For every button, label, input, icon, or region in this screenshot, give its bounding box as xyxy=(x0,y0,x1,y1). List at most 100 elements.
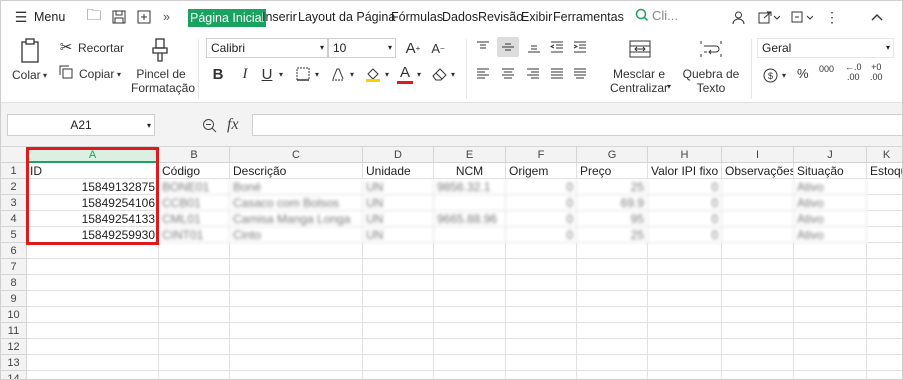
data-cell[interactable] xyxy=(434,195,506,211)
thousands-button[interactable]: 000 xyxy=(819,64,834,74)
empty-cell[interactable] xyxy=(230,355,363,371)
empty-cell[interactable] xyxy=(230,291,363,307)
empty-cell[interactable] xyxy=(230,339,363,355)
empty-cell[interactable] xyxy=(27,275,159,291)
empty-cell[interactable] xyxy=(27,323,159,339)
data-cell[interactable]: UN xyxy=(363,227,434,243)
fill-color-dropdown-icon[interactable]: ▾ xyxy=(383,66,391,82)
data-cell[interactable]: Boné xyxy=(230,179,363,195)
empty-cell[interactable] xyxy=(363,275,434,291)
cell-style-dropdown-icon[interactable]: ▾ xyxy=(348,66,356,82)
row-header-6[interactable]: 6 xyxy=(1,243,27,259)
align-middle-icon[interactable] xyxy=(497,37,519,57)
data-cell[interactable]: 69.9 xyxy=(577,195,648,211)
empty-cell[interactable] xyxy=(867,307,902,323)
data-cell[interactable]: 0 xyxy=(506,211,577,227)
merge-center-button[interactable]: Mesclar e Centralizar xyxy=(605,67,673,95)
empty-cell[interactable] xyxy=(794,307,867,323)
row-header-5[interactable]: 5 xyxy=(1,227,27,243)
distributed-icon[interactable] xyxy=(571,66,589,82)
empty-cell[interactable] xyxy=(27,339,159,355)
align-right-icon[interactable] xyxy=(524,66,542,82)
more-chevron-icon[interactable]: » xyxy=(163,9,170,25)
empty-cell[interactable] xyxy=(230,307,363,323)
empty-cell[interactable] xyxy=(648,323,722,339)
header-cell[interactable]: Código xyxy=(159,163,230,179)
empty-cell[interactable] xyxy=(794,339,867,355)
justify-icon[interactable] xyxy=(548,66,566,82)
tab-inserir[interactable]: Inserir xyxy=(262,9,297,25)
empty-cell[interactable] xyxy=(722,323,794,339)
export-icon[interactable] xyxy=(135,8,153,26)
paste-dropdown-icon[interactable]: ▾ xyxy=(41,69,49,81)
percent-button[interactable]: % xyxy=(797,67,809,81)
data-cell[interactable]: 9856.32.1 xyxy=(434,179,506,195)
align-center-icon[interactable] xyxy=(499,66,517,82)
header-cell[interactable]: Preço xyxy=(577,163,648,179)
font-name-select[interactable]: Calibri ▾ xyxy=(206,38,328,58)
empty-cell[interactable] xyxy=(506,259,577,275)
empty-cell[interactable] xyxy=(159,323,230,339)
empty-cell[interactable] xyxy=(159,275,230,291)
empty-cell[interactable] xyxy=(363,307,434,323)
id-cell[interactable]: 15849254133 xyxy=(27,211,159,227)
column-header-b[interactable]: B xyxy=(159,147,230,163)
empty-cell[interactable] xyxy=(648,259,722,275)
data-cell[interactable]: 0 xyxy=(648,195,722,211)
empty-cell[interactable] xyxy=(794,371,867,379)
empty-cell[interactable] xyxy=(794,243,867,259)
column-header-e[interactable]: E xyxy=(434,147,506,163)
empty-cell[interactable] xyxy=(867,211,902,227)
empty-cell[interactable] xyxy=(434,259,506,275)
increase-indent-icon[interactable] xyxy=(571,39,589,55)
empty-cell[interactable] xyxy=(159,307,230,323)
zoom-icon[interactable] xyxy=(200,116,218,134)
data-cell[interactable]: 0 xyxy=(506,227,577,243)
data-cell[interactable]: BONE01 xyxy=(159,179,230,195)
row-header-1[interactable]: 1 xyxy=(1,163,27,179)
empty-cell[interactable] xyxy=(27,307,159,323)
tab-exibir[interactable]: Exibir xyxy=(521,9,552,25)
column-header-f[interactable]: F xyxy=(506,147,577,163)
header-cell[interactable]: Valor IPI fixo xyxy=(648,163,722,179)
empty-cell[interactable] xyxy=(363,371,434,379)
column-header-d[interactable]: D xyxy=(363,147,434,163)
empty-cell[interactable] xyxy=(230,243,363,259)
empty-cell[interactable] xyxy=(867,323,902,339)
cut-button[interactable]: Recortar xyxy=(78,41,124,55)
copy-dropdown-icon[interactable]: ▾ xyxy=(115,68,123,80)
borders-dropdown-icon[interactable]: ▾ xyxy=(313,66,321,82)
data-cell[interactable]: 0 xyxy=(648,211,722,227)
header-cell[interactable]: Estoque xyxy=(867,163,902,179)
copy-icon[interactable] xyxy=(58,64,74,80)
header-cell[interactable]: ID xyxy=(27,163,159,179)
empty-cell[interactable] xyxy=(867,275,902,291)
empty-cell[interactable] xyxy=(577,275,648,291)
row-header-3[interactable]: 3 xyxy=(1,195,27,211)
copy-button[interactable]: Copiar xyxy=(79,67,114,81)
empty-cell[interactable] xyxy=(577,323,648,339)
empty-cell[interactable] xyxy=(577,291,648,307)
empty-cell[interactable] xyxy=(577,355,648,371)
empty-cell[interactable] xyxy=(722,275,794,291)
column-header-i[interactable]: I xyxy=(722,147,794,163)
user-icon[interactable] xyxy=(729,8,747,26)
empty-cell[interactable] xyxy=(27,243,159,259)
empty-cell[interactable] xyxy=(506,307,577,323)
merge-center-icon[interactable] xyxy=(628,38,652,60)
empty-cell[interactable] xyxy=(867,371,902,379)
column-header-h[interactable]: H xyxy=(648,147,722,163)
grow-font-icon[interactable]: A + xyxy=(404,39,422,57)
align-top-icon[interactable] xyxy=(474,39,492,55)
tab-dados[interactable]: Dados xyxy=(442,9,478,25)
empty-cell[interactable] xyxy=(159,259,230,275)
empty-cell[interactable] xyxy=(230,275,363,291)
empty-cell[interactable] xyxy=(506,291,577,307)
fx-icon[interactable]: fx xyxy=(227,116,239,134)
empty-cell[interactable] xyxy=(434,355,506,371)
empty-cell[interactable] xyxy=(722,355,794,371)
empty-cell[interactable] xyxy=(648,243,722,259)
row-header-7[interactable]: 7 xyxy=(1,259,27,275)
select-all-corner[interactable] xyxy=(1,147,27,163)
empty-cell[interactable] xyxy=(648,291,722,307)
